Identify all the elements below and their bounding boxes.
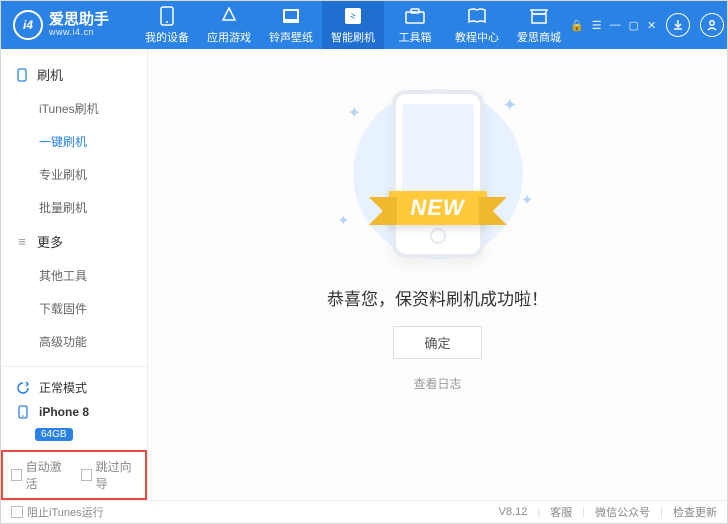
footer-bar: 阻止iTunes运行 V8.12 | 客服 | 微信公众号 | 检查更新 [1,500,727,523]
sidebar-item-advanced[interactable]: 高级功能 [1,325,147,358]
sidebar-section-title: 更多 [37,232,63,251]
lock-icon[interactable]: 🔒 [570,19,584,32]
options-row: 自动激活 跳过向导 [1,450,147,500]
close-icon[interactable]: ✕ [647,19,656,32]
sparkle-icon: ✦ [521,191,534,209]
skip-guide-checkbox[interactable]: 跳过向导 [81,458,137,492]
menu-icon[interactable]: ☰ [592,19,602,32]
phone-icon [157,6,177,26]
sidebar-item-other-tools[interactable]: 其他工具 [1,259,147,292]
nav-label: 智能刷机 [331,29,375,45]
sparkle-icon: ✦ [502,95,517,116]
apps-icon [219,6,239,26]
version-label: V8.12 [499,506,528,518]
sidebar: 刷机 iTunes刷机 一键刷机 专业刷机 批量刷机 ≡ 更多 其他工具 下载固… [1,49,148,500]
logo-subtitle: www.i4.cn [49,28,109,38]
device-icon [15,404,31,420]
checkbox-icon [81,469,92,481]
sidebar-item-pro-flash[interactable]: 专业刷机 [1,158,147,191]
nav-flash[interactable]: 智能刷机 [322,1,384,49]
sidebar-item-batch-flash[interactable]: 批量刷机 [1,191,147,224]
mode-label: 正常模式 [39,379,87,396]
sidebar-item-onekey-flash[interactable]: 一键刷机 [1,125,147,158]
checkbox-label: 跳过向导 [96,458,137,492]
nav-label: 爱思商城 [517,29,561,45]
wallpaper-icon [281,6,301,26]
sidebar-section-more: ≡ 更多 [1,224,147,259]
block-itunes-checkbox[interactable]: 阻止iTunes运行 [11,504,104,520]
maximize-icon[interactable]: ▢ [629,19,639,32]
window-controls: 🔒 ☰ — ▢ ✕ [570,19,656,32]
phone-illustration [392,90,484,258]
checkbox-icon [11,469,22,481]
nav-my-device[interactable]: 我的设备 [136,1,198,49]
nav-label: 工具箱 [399,29,432,45]
wechat-link[interactable]: 微信公众号 [595,504,650,520]
checkbox-label: 阻止iTunes运行 [27,504,104,520]
top-nav: 我的设备 应用游戏 铃声壁纸 智能刷机 工具箱 教程中心 [136,1,570,49]
device-info[interactable]: iPhone 8 [11,400,137,424]
nav-toolbox[interactable]: 工具箱 [384,1,446,49]
nav-label: 铃声壁纸 [269,29,313,45]
minimize-icon[interactable]: — [610,19,621,32]
nav-label: 教程中心 [455,29,499,45]
refresh-icon [15,380,31,396]
update-link[interactable]: 检查更新 [673,504,717,520]
nav-tutorials[interactable]: 教程中心 [446,1,508,49]
user-button[interactable] [700,13,724,37]
checkbox-label: 自动激活 [26,458,67,492]
store-icon [529,6,549,26]
app-logo: i4 爱思助手 www.i4.cn [1,10,136,40]
header-bar: i4 爱思助手 www.i4.cn 我的设备 应用游戏 铃声壁纸 智能刷机 [1,1,727,49]
ok-button[interactable]: 确定 [393,326,481,359]
flash-icon [343,6,363,26]
phone-small-icon [15,68,29,82]
logo-title: 爱思助手 [49,12,109,29]
ribbon-text: NEW [388,191,486,225]
support-link[interactable]: 客服 [550,504,572,520]
auto-activate-checkbox[interactable]: 自动激活 [11,458,67,492]
sidebar-item-download-firmware[interactable]: 下载固件 [1,292,147,325]
toolbox-icon [405,6,425,26]
nav-apps[interactable]: 应用游戏 [198,1,260,49]
download-button[interactable] [666,13,690,37]
device-name: iPhone 8 [39,405,89,419]
sparkle-icon: ✦ [348,103,361,123]
nav-store[interactable]: 爱思商城 [508,1,570,49]
logo-badge-icon: i4 [13,10,43,40]
sparkle-icon: ✦ [338,212,350,229]
checkbox-icon [11,506,23,518]
storage-badge: 64GB [35,428,73,441]
nav-label: 我的设备 [145,29,189,45]
book-icon [467,6,487,26]
success-illustration: ✦ ✦ ✦ ✦ NEW [328,89,548,259]
success-message: 恭喜您，保资料刷机成功啦！ [327,285,548,310]
nav-ringtones[interactable]: 铃声壁纸 [260,1,322,49]
sidebar-section-flash: 刷机 [1,57,147,92]
device-mode[interactable]: 正常模式 [11,375,137,400]
view-log-link[interactable]: 查看日志 [413,375,461,392]
new-ribbon: NEW [388,191,486,225]
nav-label: 应用游戏 [207,29,251,45]
sidebar-item-itunes-flash[interactable]: iTunes刷机 [1,92,147,125]
more-icon: ≡ [15,234,29,249]
sidebar-section-title: 刷机 [37,65,63,84]
main-panel: ✦ ✦ ✦ ✦ NEW 恭喜您，保资料刷机成功啦！ 确定 查看日志 [148,49,727,500]
